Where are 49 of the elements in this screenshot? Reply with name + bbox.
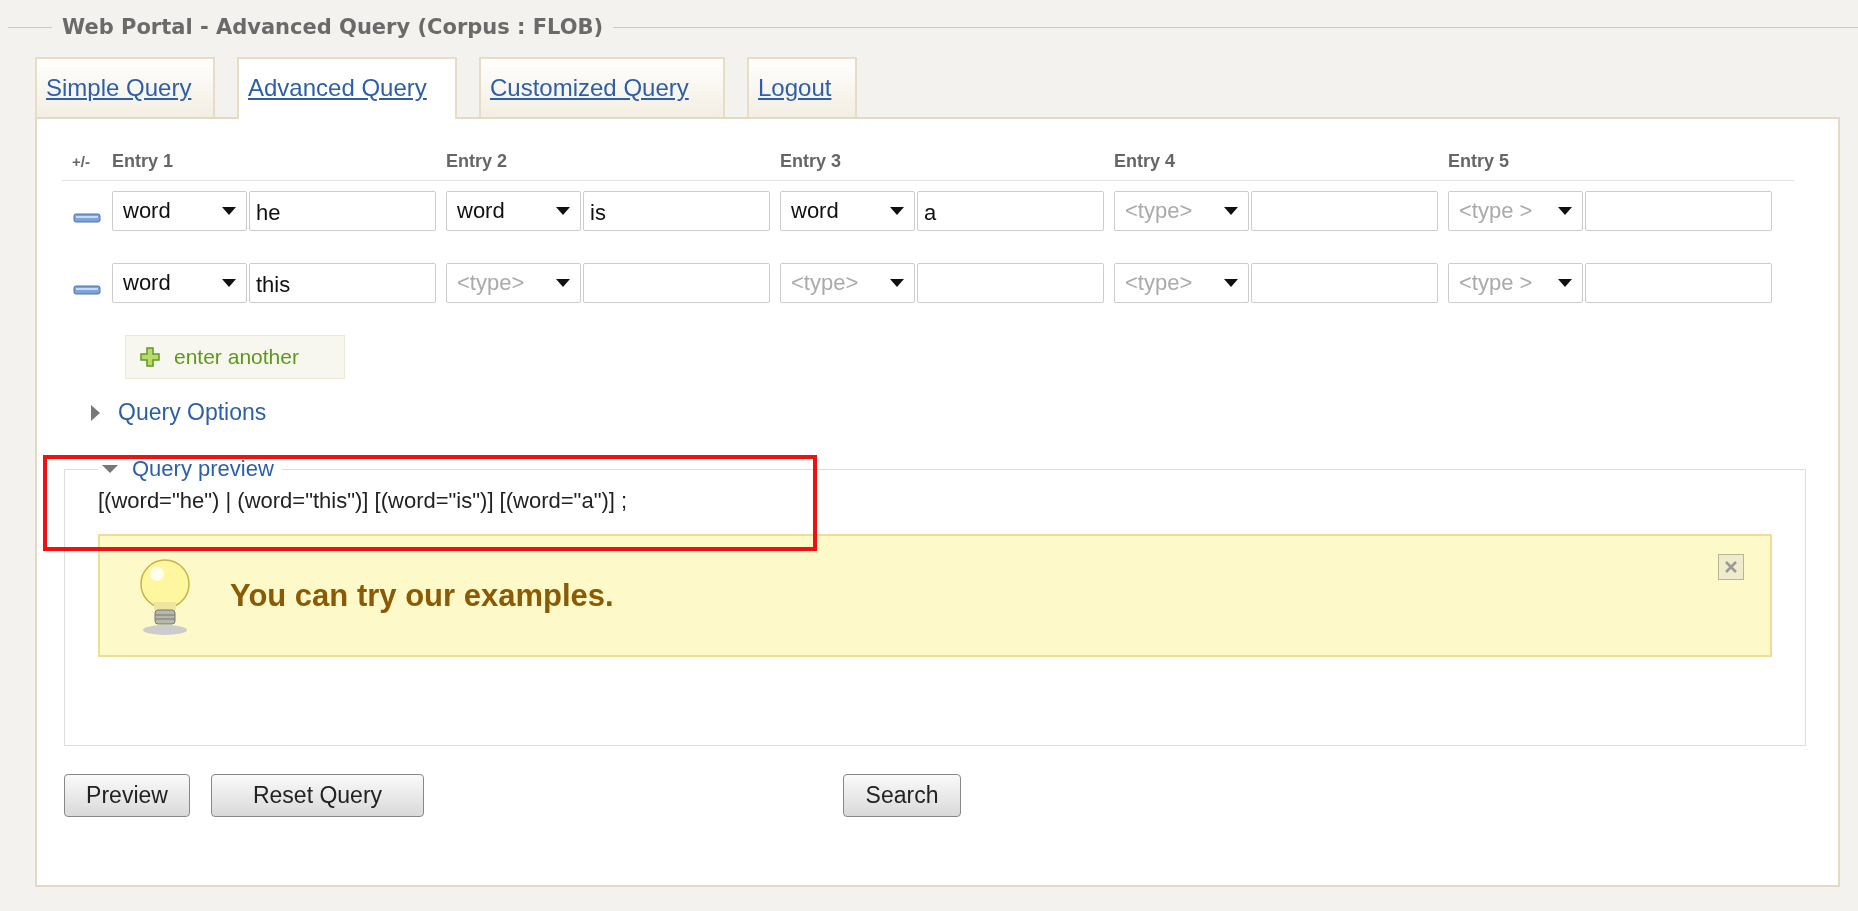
- caret-icon: [222, 207, 236, 215]
- caret-icon: [556, 207, 570, 215]
- action-button[interactable]: Preview: [64, 774, 190, 817]
- column-header: Entry 5: [1448, 151, 1511, 172]
- caret-icon: [1558, 207, 1572, 215]
- text-field[interactable]: [1585, 191, 1772, 231]
- text-field[interactable]: he: [249, 191, 436, 231]
- remove-icon: [73, 213, 101, 223]
- close-button[interactable]: [1718, 554, 1744, 580]
- tab[interactable]: Logout: [747, 57, 857, 117]
- text-field[interactable]: [1251, 263, 1438, 303]
- column-header: Entry 2: [446, 151, 509, 172]
- caret-icon: [890, 279, 904, 287]
- text-field[interactable]: [1251, 191, 1438, 231]
- close-icon: [1724, 560, 1738, 574]
- caret-icon: [1558, 279, 1572, 287]
- query-preview-text: [(word="he") | (word="this")] [(word="is")] [(word="a")] ;: [98, 488, 629, 514]
- text-field[interactable]: is: [583, 191, 770, 231]
- page-title: Web Portal - Advanced Query (Corpus : FLOB): [61, 15, 605, 39]
- text-field[interactable]: this: [249, 263, 436, 303]
- tab[interactable]: Customized Query: [479, 57, 725, 117]
- column-header: Entry 1: [112, 151, 175, 172]
- caret-icon: [890, 207, 904, 215]
- column-header: Entry 4: [1114, 151, 1177, 172]
- plus-icon: [140, 347, 160, 367]
- tab[interactable]: Advanced Query: [237, 57, 457, 119]
- tab[interactable]: Simple Query: [35, 57, 215, 117]
- search-button[interactable]: Search: [843, 774, 961, 817]
- text-field[interactable]: [1585, 263, 1772, 303]
- type-dropdown[interactable]: word: [112, 191, 247, 231]
- type-dropdown[interactable]: word: [780, 191, 915, 231]
- text-field[interactable]: [583, 263, 770, 303]
- remove-icon: [73, 285, 101, 295]
- caret-icon: [1224, 279, 1238, 287]
- caret-icon: [1224, 207, 1238, 215]
- query-options-toggle[interactable]: Query Options: [90, 399, 267, 426]
- caret-icon: [556, 279, 570, 287]
- caret-icon: [222, 279, 236, 287]
- query-preview-toggle[interactable]: Query preview: [102, 456, 274, 482]
- text-field[interactable]: a: [917, 191, 1104, 231]
- action-button[interactable]: Reset Query: [211, 774, 424, 817]
- text-field[interactable]: [917, 263, 1104, 303]
- column-header: +/-: [71, 153, 91, 170]
- column-header: Entry 3: [780, 151, 843, 172]
- type-dropdown[interactable]: word: [112, 263, 247, 303]
- tip-text: You can try our examples.: [230, 577, 614, 614]
- type-dropdown[interactable]: word: [446, 191, 581, 231]
- collapse-triangle-icon: [102, 464, 118, 474]
- enter-another-button[interactable]: enter another: [125, 335, 345, 379]
